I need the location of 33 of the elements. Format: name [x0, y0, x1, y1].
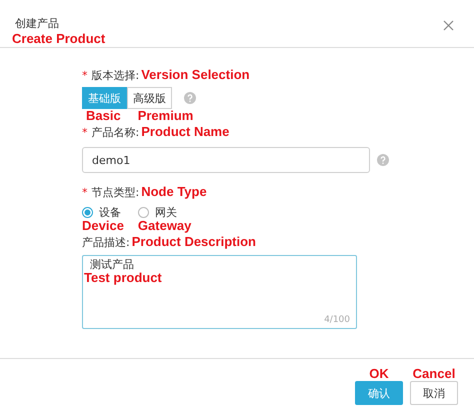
radio-button[interactable]: [82, 206, 93, 218]
radio-label[interactable]: 网关: [154, 204, 177, 220]
required-mark: *: [82, 69, 88, 82]
annotation: Test product: [84, 271, 162, 285]
annotation: Version Selection: [141, 68, 250, 82]
annotation: Node Type: [141, 185, 207, 199]
dialog-title: 创建产品: [14, 16, 60, 32]
annotation: Gateway: [138, 219, 192, 233]
annotation: Product Description: [132, 235, 256, 249]
field-label: 节点类型:: [92, 185, 140, 200]
field-label: 版本选择:: [92, 68, 140, 83]
annotation: Product Name: [141, 125, 230, 139]
required-mark: *: [82, 186, 88, 199]
field-value: 测试产品: [89, 258, 134, 271]
annotation: Cancel: [412, 367, 456, 381]
radio-label[interactable]: 设备: [99, 204, 121, 220]
annotation: Device: [82, 219, 124, 233]
radio-button[interactable]: [138, 206, 149, 218]
product-name-input[interactable]: demo1: [82, 147, 370, 173]
annotation: Premium: [138, 109, 194, 125]
annotation: OK: [369, 367, 389, 381]
required-mark: *: [82, 126, 88, 139]
annotation: Basic: [86, 109, 121, 125]
description-field[interactable]: 测试产品 Test product 4/100: [82, 255, 357, 329]
help-icon[interactable]: [377, 154, 389, 166]
cancel-button[interactable]: 取消: [410, 381, 458, 405]
field-label: 产品描述:: [82, 235, 130, 250]
help-icon[interactable]: [184, 92, 196, 104]
version-tab[interactable]: 高级版: [127, 87, 172, 109]
character-counter: 4/100: [324, 315, 350, 325]
close-icon[interactable]: [443, 20, 454, 31]
field-label: 产品名称:: [92, 125, 140, 140]
annotation: Create Product: [12, 32, 106, 46]
